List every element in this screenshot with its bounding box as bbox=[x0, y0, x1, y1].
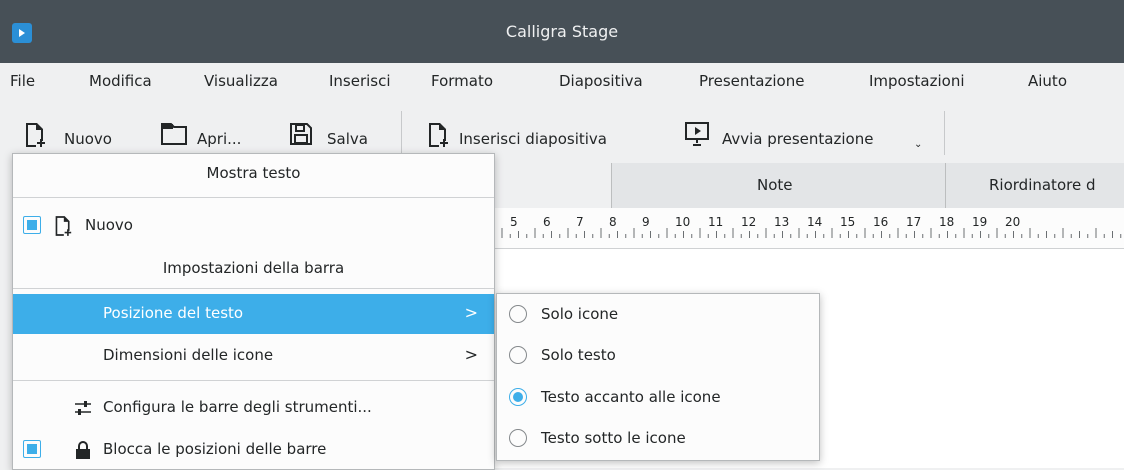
title-bar: Calligra Stage bbox=[0, 0, 1124, 63]
radio-icons-only[interactable] bbox=[509, 305, 527, 323]
radio-text-under-icons[interactable] bbox=[509, 429, 527, 447]
lock-icon bbox=[76, 441, 90, 459]
menu-help[interactable]: Aiuto bbox=[1028, 72, 1067, 90]
menu-slide[interactable]: Diapositiva bbox=[559, 72, 643, 90]
show-text-header: Mostra testo bbox=[206, 164, 301, 182]
new-button-label: Nuovo bbox=[64, 130, 112, 148]
menu-bar: File Modifica Visualizza Inserisci Forma… bbox=[0, 63, 1124, 103]
text-position-item[interactable]: Posizione del testo > bbox=[13, 294, 494, 334]
configure-toolbars-item[interactable]: Configura le barre degli strumenti... bbox=[13, 388, 494, 428]
option-icons-only[interactable]: Solo icone bbox=[497, 294, 819, 335]
configure-toolbars-label: Configura le barre degli strumenti... bbox=[103, 398, 372, 416]
new-document-icon bbox=[26, 123, 45, 147]
open-button-label: Apri... bbox=[197, 130, 242, 148]
ruler-number: 17 bbox=[906, 215, 921, 229]
ruler-number: 9 bbox=[642, 215, 650, 229]
menu-edit[interactable]: Modifica bbox=[89, 72, 152, 90]
option-label: Testo accanto alle icone bbox=[541, 388, 721, 406]
lock-toolbars-item[interactable]: Blocca le posizioni delle barre bbox=[13, 430, 494, 470]
ruler-number: 19 bbox=[972, 215, 987, 229]
lock-toolbars-label: Blocca le posizioni delle barre bbox=[103, 440, 327, 458]
chevron-right-icon: > bbox=[464, 345, 478, 364]
menu-settings[interactable]: Impostazioni bbox=[869, 72, 965, 90]
save-button-label: Salva bbox=[327, 130, 368, 148]
window-title: Calligra Stage bbox=[505, 22, 619, 41]
icon-size-item[interactable]: Dimensioni delle icone > bbox=[13, 336, 494, 376]
menu-file[interactable]: File bbox=[10, 72, 35, 90]
insert-slide-button[interactable]: Inserisci diapositiva bbox=[427, 117, 667, 155]
tab-sorter-label: Riordinatore d bbox=[989, 176, 1096, 194]
ruler-number: 14 bbox=[807, 215, 822, 229]
new-toggle-item[interactable]: Nuovo bbox=[13, 206, 494, 246]
option-text-under-icons[interactable]: Testo sotto le icone bbox=[497, 418, 819, 459]
ruler-number: 10 bbox=[675, 215, 690, 229]
text-position-submenu: Solo icone Solo testo Testo accanto alle… bbox=[496, 293, 820, 461]
option-label: Solo testo bbox=[541, 346, 616, 364]
toolbar-context-menu: Mostra testo Nuovo Impostazioni della ba… bbox=[12, 153, 495, 470]
ruler-number: 6 bbox=[543, 215, 551, 229]
horizontal-ruler[interactable]: 5 6 7 8 9 10 11 12 13 14 15 16 17 18 19 20 bbox=[490, 208, 1124, 249]
ruler-number: 13 bbox=[774, 215, 789, 229]
toolbar-separator bbox=[944, 111, 945, 155]
ruler-number: 15 bbox=[840, 215, 855, 229]
menu-section-header: Impostazioni della barra bbox=[13, 249, 494, 289]
menu-section-header: Mostra testo bbox=[13, 154, 494, 194]
tab-editor[interactable] bbox=[490, 163, 611, 208]
tab-slide-sorter[interactable]: Riordinatore d bbox=[945, 163, 1124, 208]
ruler-number: 20 bbox=[1005, 215, 1020, 229]
new-item-label: Nuovo bbox=[85, 216, 133, 234]
ruler-number: 12 bbox=[741, 215, 756, 229]
insert-slide-label: Inserisci diapositiva bbox=[459, 130, 607, 148]
icon-size-label: Dimensioni delle icone bbox=[103, 346, 274, 364]
toolbar-settings-header: Impostazioni della barra bbox=[162, 259, 345, 277]
menu-view[interactable]: Visualizza bbox=[204, 72, 278, 90]
lock-checkbox[interactable] bbox=[23, 440, 41, 458]
start-presentation-label: Avvia presentazione bbox=[722, 130, 874, 148]
radio-text-only[interactable] bbox=[509, 346, 527, 364]
start-presentation-button[interactable]: Avvia presentazione ⌄ bbox=[684, 117, 930, 159]
toolbar-separator bbox=[401, 111, 402, 155]
ruler-number: 5 bbox=[510, 215, 518, 229]
folder-icon bbox=[161, 123, 187, 145]
option-text-only[interactable]: Solo testo bbox=[497, 335, 819, 376]
save-icon bbox=[290, 123, 312, 145]
ruler-number: 18 bbox=[939, 215, 954, 229]
ruler-number: 8 bbox=[609, 215, 617, 229]
radio-text-beside-icons[interactable] bbox=[509, 388, 527, 406]
menu-divider bbox=[13, 288, 494, 289]
tab-notes-label: Note bbox=[757, 176, 793, 194]
save-button[interactable]: Salva bbox=[289, 117, 389, 155]
option-label: Solo icone bbox=[541, 305, 619, 323]
configure-icon bbox=[75, 401, 91, 415]
open-button[interactable]: Apri... bbox=[161, 117, 271, 155]
ruler-ticks: 5 6 7 8 9 10 11 12 13 14 15 16 17 18 19 20 bbox=[501, 215, 1122, 238]
new-checkbox[interactable] bbox=[23, 216, 41, 234]
new-button[interactable]: Nuovo bbox=[24, 117, 144, 155]
ruler-number: 11 bbox=[708, 215, 723, 229]
option-label: Testo sotto le icone bbox=[541, 429, 686, 447]
menu-presentation[interactable]: Presentazione bbox=[699, 72, 804, 90]
chevron-down-icon[interactable]: ⌄ bbox=[914, 139, 922, 150]
menu-divider bbox=[13, 197, 494, 198]
chevron-right-icon: > bbox=[464, 303, 478, 322]
ruler-number: 7 bbox=[576, 215, 584, 229]
menu-format[interactable]: Formato bbox=[431, 72, 493, 90]
tab-notes[interactable]: Note bbox=[611, 163, 945, 208]
new-document-icon bbox=[55, 216, 72, 236]
menu-divider bbox=[13, 380, 494, 381]
new-slide-icon bbox=[429, 123, 448, 147]
text-position-label: Posizione del testo bbox=[103, 304, 244, 322]
presentation-icon bbox=[685, 122, 709, 146]
menu-insert[interactable]: Inserisci bbox=[329, 72, 391, 90]
ruler-number: 16 bbox=[873, 215, 888, 229]
option-text-beside-icons[interactable]: Testo accanto alle icone bbox=[497, 377, 819, 418]
